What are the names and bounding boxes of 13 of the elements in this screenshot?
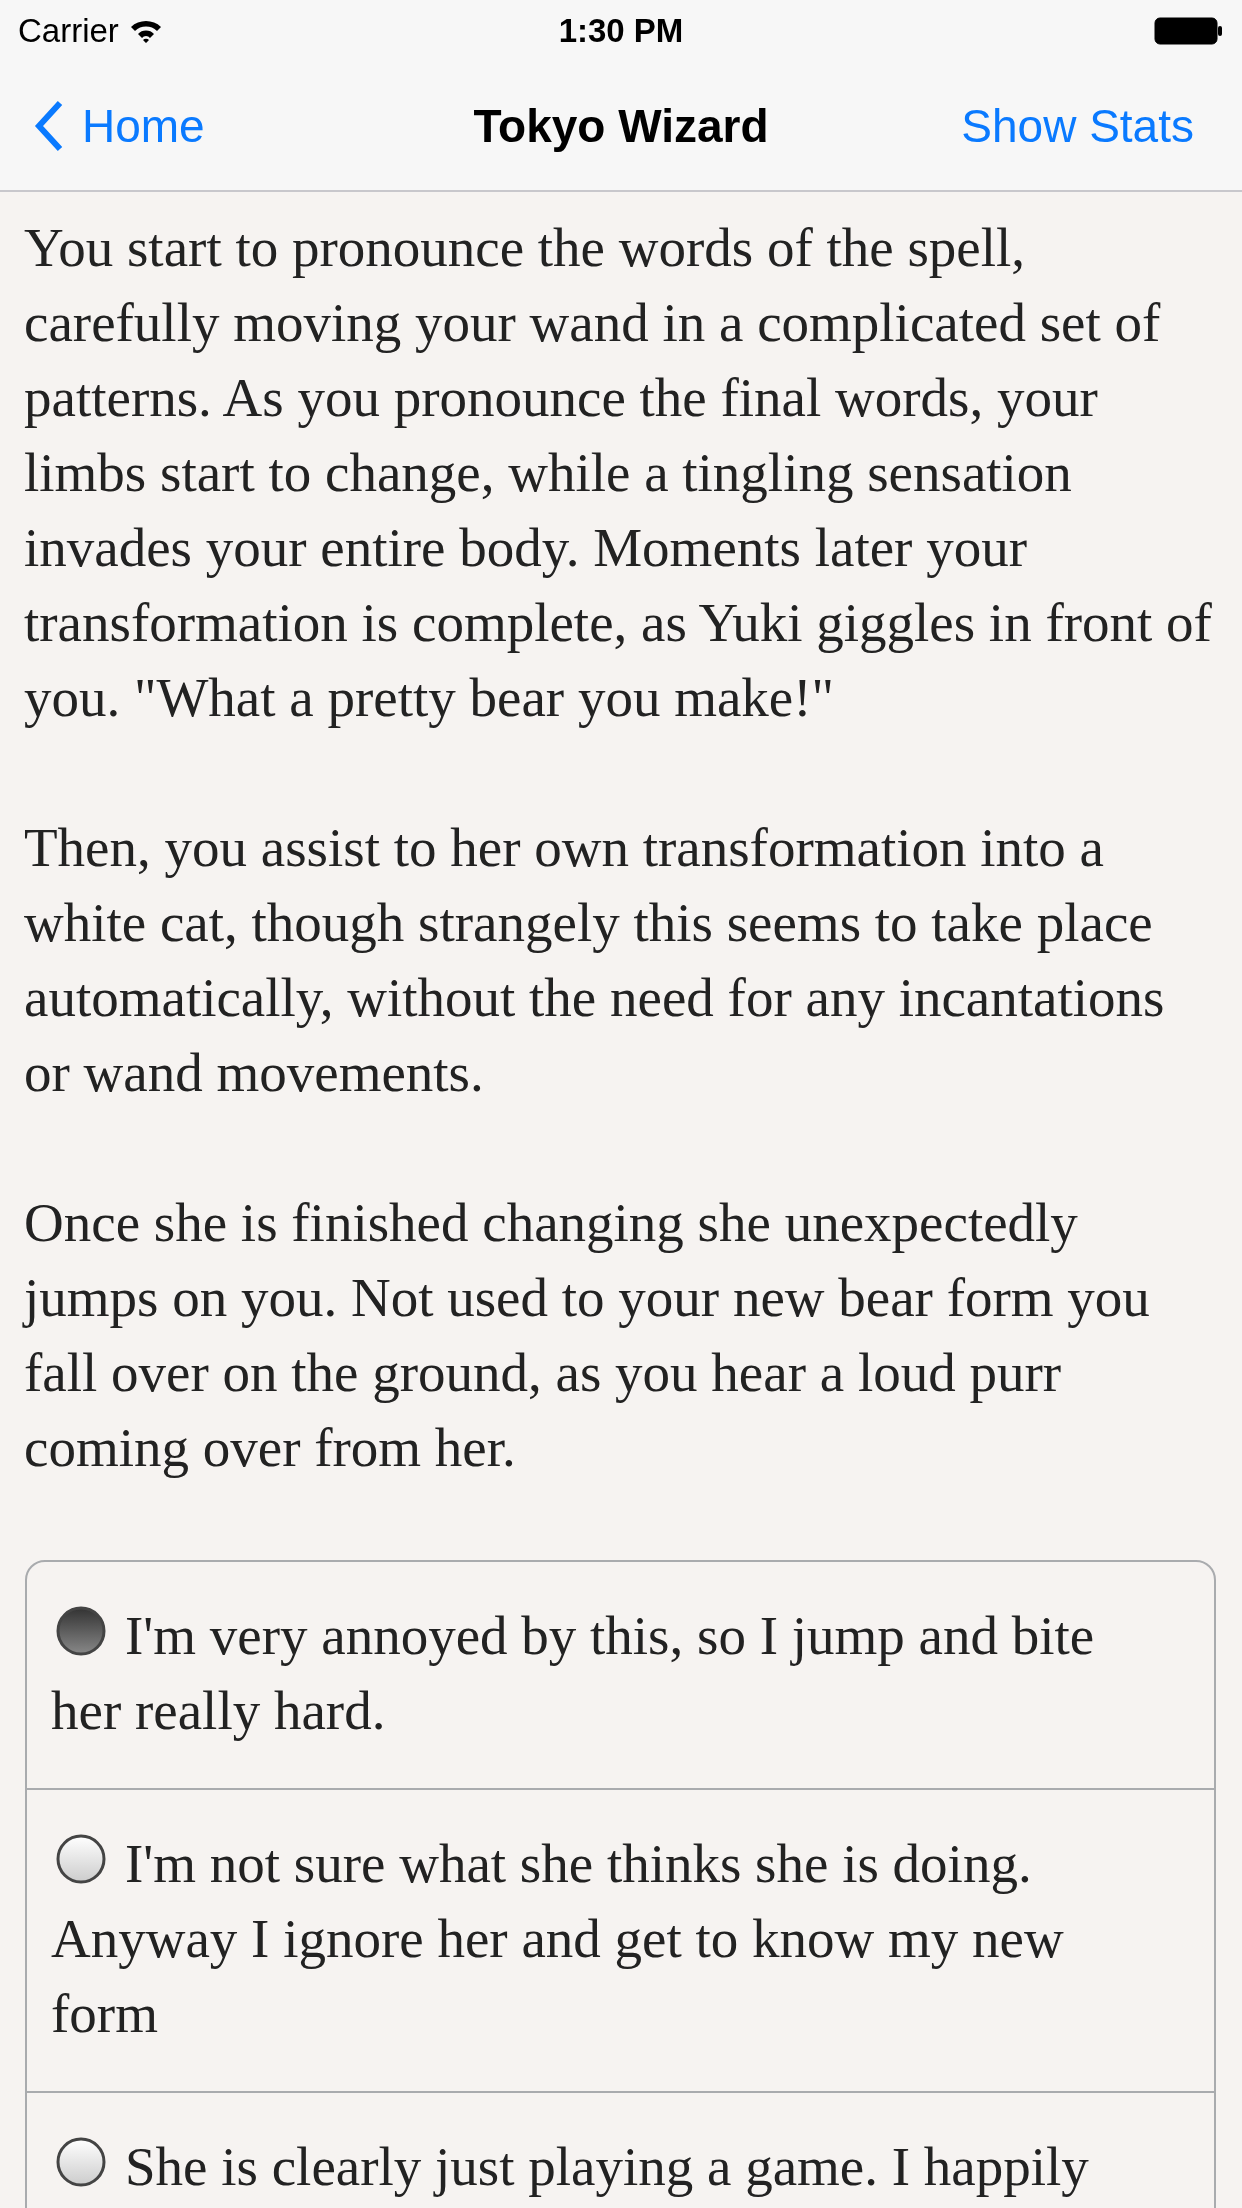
chevron-left-icon — [34, 100, 64, 152]
radio-option[interactable]: I'm not sure what she thinks she is doing. Anyway I ignore her and get to know my new form — [51, 1826, 1134, 2051]
story-paragraph: Then, you assist to her own transformation into a white cat, though strangely this seems to take place automatically, without the need for any incantations or wand movements. — [24, 816, 1166, 1105]
battery-icon — [1154, 16, 1224, 46]
radio-option[interactable]: She is clearly just playing a game. I happily — [51, 2129, 1134, 2204]
clock-time: 1:30 PM — [558, 12, 684, 50]
story-paragraph: Once she is finished changing she unexpectedly jumps on you. Not used to your new bear form you fall over on the ground, as you hear a loud purr coming over from her. — [24, 1191, 1151, 1480]
story-paragraph: You start to pronounce the words of the spell, carefully moving your wand in a complicated set of patterns. As you pronounce the final words, your limbs start to change, while a tingling sensation invades your entire body. Moments later your transformation is complete, as Yuki giggles in front of you. "What a pretty bear you make!" — [24, 216, 1213, 730]
carrier-label: Carrier — [18, 12, 119, 50]
radio-option[interactable]: I'm very annoyed by this, so I jump and bite her really hard. — [51, 1598, 1134, 1748]
show-stats-button[interactable]: Show Stats — [961, 99, 1218, 153]
nav-title: Tokyo Wizard — [473, 99, 769, 153]
back-button[interactable]: Home — [34, 99, 205, 153]
